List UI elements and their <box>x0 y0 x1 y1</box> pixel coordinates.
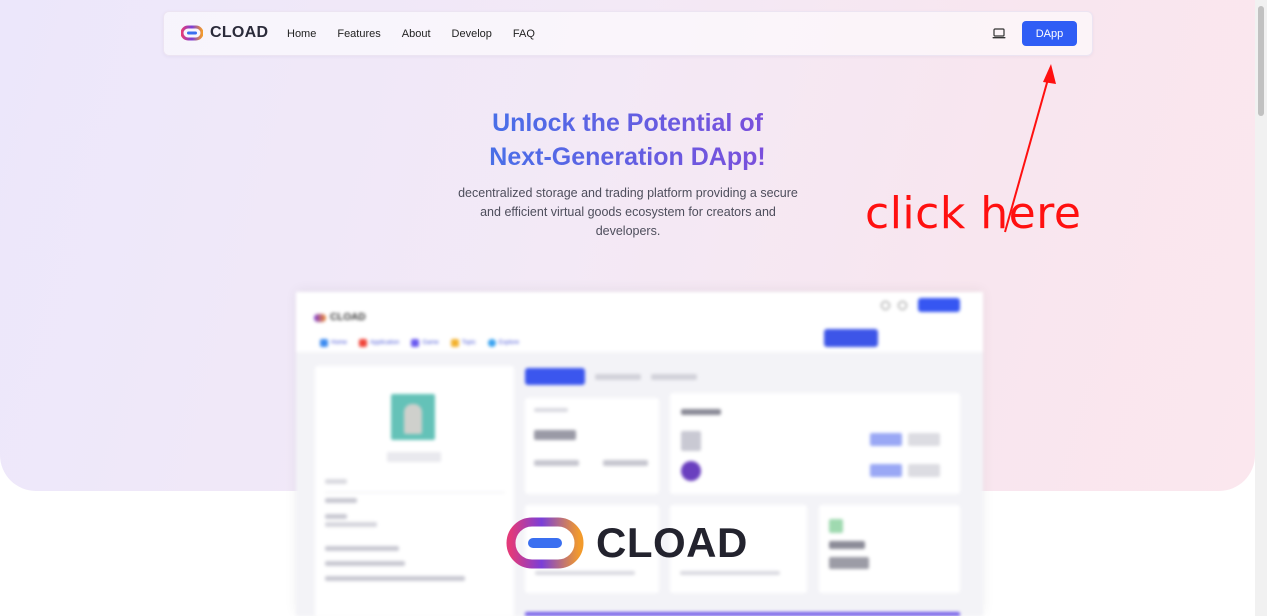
preview-button <box>908 464 940 477</box>
preview-refund-card <box>819 505 960 593</box>
nav-develop[interactable]: Develop <box>452 28 492 40</box>
preview-avatar <box>391 394 435 440</box>
preview-text <box>534 430 576 440</box>
preview-brand: CLOAD <box>330 312 366 323</box>
preview-posts-card <box>525 398 659 494</box>
preview-explore-icon <box>487 339 496 347</box>
preview-text <box>829 541 865 549</box>
preview-line <box>325 522 377 527</box>
nav-about[interactable]: About <box>402 28 431 40</box>
preview-text <box>829 519 843 533</box>
nav-home[interactable]: Home <box>287 28 316 40</box>
preview-divider <box>325 492 505 493</box>
preview-settings-icon <box>898 301 907 310</box>
preview-tab: Application <box>359 339 399 347</box>
preview-connect-button <box>918 298 960 312</box>
preview-header-icons <box>881 301 907 310</box>
page-scrollbar[interactable] <box>1255 0 1267 616</box>
preview-text <box>680 571 780 575</box>
preview-tab-active <box>525 368 585 385</box>
preview-line <box>325 546 399 551</box>
preview-tab: Game <box>411 339 439 347</box>
nav-faq[interactable]: FAQ <box>513 28 535 40</box>
dapp-button[interactable]: DApp <box>1022 21 1077 46</box>
preview-logo-icon <box>314 313 326 322</box>
preview-text <box>534 460 579 466</box>
preview-text <box>535 571 635 575</box>
preview-button <box>870 433 902 446</box>
preview-text <box>603 460 648 466</box>
preview-line <box>325 479 347 484</box>
cload-logo-large-icon <box>506 517 584 569</box>
preview-app-icon <box>359 339 368 347</box>
preview-header: CLOAD Home Application Game Topic Explor… <box>296 292 983 352</box>
laptop-icon[interactable] <box>992 28 1006 39</box>
preview-text <box>681 431 701 451</box>
preview-phone-icon <box>881 301 890 310</box>
headline-line-1: Unlock the Potential of <box>0 106 1255 140</box>
preview-text <box>681 461 701 481</box>
preview-tabs: Home Application Game Topic Explore <box>320 339 519 347</box>
preview-tabbar <box>525 368 697 385</box>
scrollbar-thumb[interactable] <box>1258 6 1264 116</box>
preview-tab-inactive <box>595 373 641 380</box>
preview-profile-card <box>315 366 514 616</box>
preview-line <box>325 514 347 519</box>
preview-text <box>534 408 568 412</box>
brand-name: CLOAD <box>210 24 269 41</box>
preview-line <box>325 576 465 581</box>
preview-tab: Home <box>320 339 347 347</box>
preview-text <box>681 409 721 415</box>
preview-tab: Explore <box>487 339 519 347</box>
brand-logo[interactable]: CLOAD <box>181 24 268 42</box>
top-navbar: CLOAD Home Features About Develop FAQ DA… <box>163 11 1093 56</box>
preview-tab-inactive <box>651 373 697 380</box>
cload-overlay-logo: CLOAD <box>506 517 756 569</box>
preview-button <box>870 464 902 477</box>
preview-home-icon <box>320 339 328 347</box>
preview-bottom-bar <box>525 612 960 616</box>
hero-headline: Unlock the Potential of Next-Generation … <box>0 106 1255 174</box>
preview-tab: Topic <box>450 339 476 347</box>
preview-topic-icon <box>450 339 459 347</box>
preview-line <box>325 498 357 503</box>
overlay-logo-text: CLOAD <box>596 519 748 566</box>
preview-game-icon <box>411 339 420 347</box>
preview-wallet-card <box>670 393 960 494</box>
preview-text <box>829 557 869 569</box>
preview-mylogin-button <box>824 329 878 347</box>
preview-logo: CLOAD <box>314 312 366 323</box>
preview-line <box>325 561 405 566</box>
cload-logo-icon <box>181 25 203 41</box>
nav-links: Home Features About Develop FAQ <box>287 28 556 40</box>
headline-line-2: Next-Generation DApp! <box>0 140 1255 174</box>
preview-button <box>908 433 940 446</box>
hero-subtitle: decentralized storage and trading platfo… <box>458 186 798 238</box>
annotation-click-here: click here <box>865 188 1082 239</box>
nav-features[interactable]: Features <box>337 28 380 40</box>
preview-pill <box>387 452 441 462</box>
